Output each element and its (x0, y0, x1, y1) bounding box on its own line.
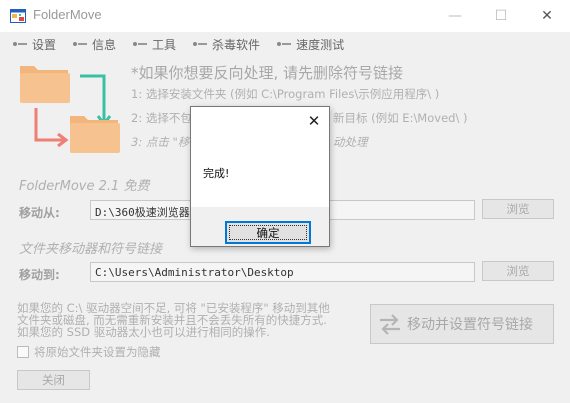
minimize-button[interactable]: — (432, 0, 478, 32)
move-and-link-button[interactable]: 移动并设置符号链接 (370, 304, 554, 344)
hide-original-checkbox-row[interactable]: 将原始文件夹设置为隐藏 (17, 344, 161, 360)
close-icon: ✕ (307, 112, 321, 130)
menu-speed-test[interactable]: 速度测试 (276, 36, 344, 53)
dialog-message: 完成! (203, 167, 230, 180)
browse-destination-button[interactable]: 浏览 (482, 261, 554, 281)
move-arrows-icon (380, 314, 400, 335)
maximize-button[interactable]: ☐ (478, 0, 524, 32)
menu-info[interactable]: 信息 (72, 36, 116, 53)
menu-antivirus[interactable]: 杀毒软件 (192, 36, 260, 53)
menu-bar: 设置 信息 工具 杀毒软件 速度测试 (0, 32, 570, 56)
browse-source-button[interactable]: 浏览 (482, 199, 554, 219)
menu-grip-icon (277, 42, 292, 46)
menu-settings[interactable]: 设置 (12, 36, 56, 53)
menu-grip-icon (73, 42, 88, 46)
section-subtitle: 文件夹移动器和符号链接 (19, 242, 163, 257)
close-icon: ✕ (541, 8, 553, 24)
close-button[interactable]: 关闭 (17, 370, 90, 390)
dialog-footer: 确定 (191, 207, 329, 246)
instruction-step-3-end: 动处理 (333, 135, 368, 149)
ok-button[interactable]: 确定 (225, 221, 311, 244)
instruction-step-2-end: 新目标 (例如 E:\Moved\ ) (333, 111, 468, 125)
close-window-button[interactable]: ✕ (524, 0, 570, 32)
destination-path-input[interactable]: C:\Users\Administrator\Desktop (90, 262, 475, 282)
app-icon (10, 9, 26, 23)
destination-label: 移动到: (19, 268, 60, 282)
dialog-close-button[interactable]: ✕ (303, 110, 325, 132)
info-text: 如果您的 C:\ 驱动器空间不足, 可将 "已安装程序" 移动到其他 文件夹或磁… (17, 302, 362, 338)
menu-tools[interactable]: 工具 (132, 36, 176, 53)
menu-label: 工具 (152, 37, 177, 52)
folder-move-icon (20, 66, 120, 153)
source-label: 移动从: (19, 206, 60, 220)
menu-grip-icon (13, 42, 27, 46)
hide-original-label: 将原始文件夹设置为隐藏 (34, 345, 161, 359)
instruction-step-2-start: 2: 选择不包 (131, 111, 192, 125)
reverse-notice: *如果你想要反向处理, 请先删除符号链接 (131, 64, 404, 82)
window-title: FolderMove (33, 7, 102, 22)
minimize-icon: — (448, 8, 462, 24)
title-bar: FolderMove — ☐ ✕ (0, 0, 570, 32)
instruction-step-3-start: 3: 点击 "移 (131, 135, 190, 149)
info-line-3: 如果您的 SSD 驱动器太小也可以进行相同的操作. (17, 325, 270, 339)
done-dialog: ✕ 完成! 确定 (190, 106, 330, 247)
menu-grip-icon (133, 42, 148, 46)
menu-label: 杀毒软件 (212, 37, 261, 52)
move-button-label: 移动并设置符号链接 (407, 317, 533, 333)
version-title: FolderMove 2.1 免费 (19, 179, 150, 194)
menu-label: 速度测试 (296, 37, 345, 52)
menu-label: 设置 (32, 37, 57, 52)
focus-ring (229, 225, 307, 240)
menu-grip-icon (193, 42, 208, 46)
instruction-step-1: 1: 选择安装文件夹 (例如 C:\Program Files\示例应用程序\ … (131, 87, 440, 101)
menu-label: 信息 (92, 37, 117, 52)
maximize-icon: ☐ (494, 8, 508, 24)
hide-original-checkbox[interactable] (17, 346, 29, 358)
